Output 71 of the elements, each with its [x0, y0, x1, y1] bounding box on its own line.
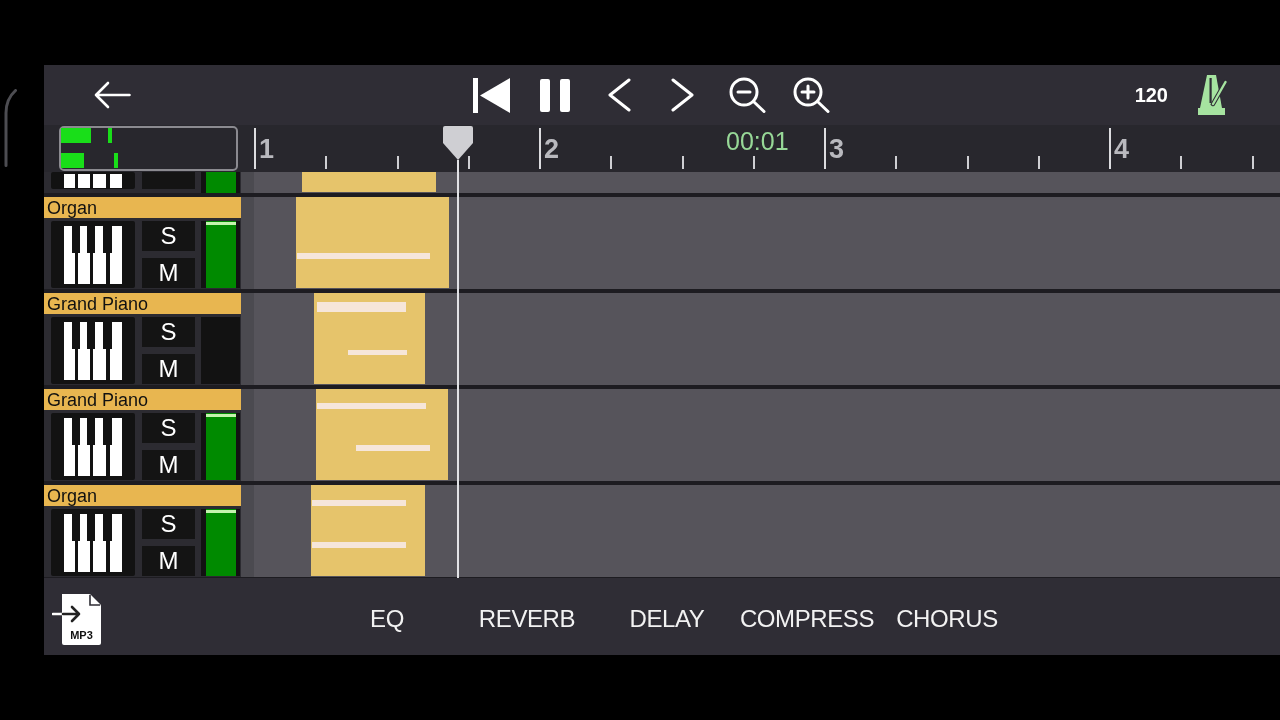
instrument-button[interactable] — [51, 172, 135, 189]
bar-number: 1 — [259, 134, 275, 164]
midi-clip[interactable] — [296, 197, 449, 288]
instrument-button[interactable] — [51, 413, 135, 480]
solo-button[interactable]: S — [142, 509, 195, 539]
ruler-tick — [1252, 156, 1254, 169]
pause-icon — [540, 78, 570, 112]
midi-clip[interactable] — [316, 389, 448, 480]
metronome-button[interactable] — [1196, 74, 1227, 116]
bar-number: 2 — [544, 134, 560, 164]
time-display: 00:01 — [726, 128, 789, 155]
ruler-tick — [682, 156, 684, 169]
ruler-tick — [1038, 156, 1040, 169]
ruler-tick — [753, 156, 755, 169]
solo-button[interactable]: S — [142, 317, 195, 347]
peak-marker — [108, 128, 112, 143]
ruler-tick — [397, 156, 399, 169]
arrow-left-icon — [93, 81, 131, 109]
mute-button[interactable]: M — [142, 354, 195, 384]
ruler-tick — [325, 156, 327, 169]
tempo-button[interactable]: 120 — [1133, 83, 1169, 107]
mute-button[interactable]: M — [142, 450, 195, 480]
zoom-in-icon — [792, 77, 830, 113]
instrument-button[interactable] — [51, 221, 135, 288]
track-name: Grand Piano — [44, 389, 241, 410]
bar-line — [824, 128, 826, 169]
solo-button[interactable]: S — [142, 413, 195, 443]
effect-button[interactable]: CHORUS — [894, 605, 1000, 633]
bar-number: 3 — [829, 134, 845, 164]
piano-keys-icon — [64, 513, 122, 572]
export-mp3-button[interactable]: MP3 — [52, 594, 101, 645]
bar-number: 4 — [1114, 134, 1130, 164]
piano-keys-icon — [64, 417, 122, 476]
level-meter — [201, 172, 240, 193]
file-import-icon — [52, 594, 101, 627]
curved-edge-icon — [3, 89, 17, 167]
bar-line — [254, 128, 256, 169]
ruler-tick — [468, 156, 470, 169]
bar-line — [539, 128, 541, 169]
track-name: Organ — [44, 485, 241, 506]
solo-button[interactable]: S — [142, 221, 195, 251]
track-name: Grand Piano — [44, 293, 241, 314]
ruler-tick — [610, 156, 612, 169]
playhead-marker[interactable] — [443, 126, 473, 160]
track-name: Organ — [44, 197, 241, 218]
instrument-button[interactable] — [51, 509, 135, 576]
mute-button[interactable]: M — [142, 258, 195, 288]
ruler-tick — [1180, 156, 1182, 169]
ruler-tick — [967, 156, 969, 169]
effect-button[interactable]: COMPRESS — [737, 605, 877, 633]
bar-line — [1109, 128, 1111, 169]
chevron-right-icon — [671, 78, 695, 112]
note-bar — [348, 350, 407, 355]
mute-button[interactable]: M — [142, 546, 195, 576]
chevron-left-icon — [607, 78, 631, 112]
effect-button[interactable]: REVERB — [476, 605, 578, 633]
effect-button[interactable]: EQ — [368, 605, 406, 633]
piano-keys-icon — [64, 321, 122, 380]
midi-clip[interactable] — [311, 485, 425, 576]
midi-clip[interactable] — [314, 293, 425, 384]
peak-marker — [114, 153, 118, 168]
zoom-out-icon — [728, 77, 766, 113]
skip-back-icon — [472, 77, 510, 113]
piano-keys-icon — [64, 225, 122, 284]
ruler-tick — [895, 156, 897, 169]
instrument-button[interactable] — [51, 317, 135, 384]
effect-button[interactable]: DELAY — [627, 605, 707, 633]
level-meter — [201, 317, 240, 384]
metronome-icon — [1196, 74, 1227, 116]
piano-keys-icon — [64, 174, 122, 188]
midi-clip[interactable] — [302, 172, 436, 192]
